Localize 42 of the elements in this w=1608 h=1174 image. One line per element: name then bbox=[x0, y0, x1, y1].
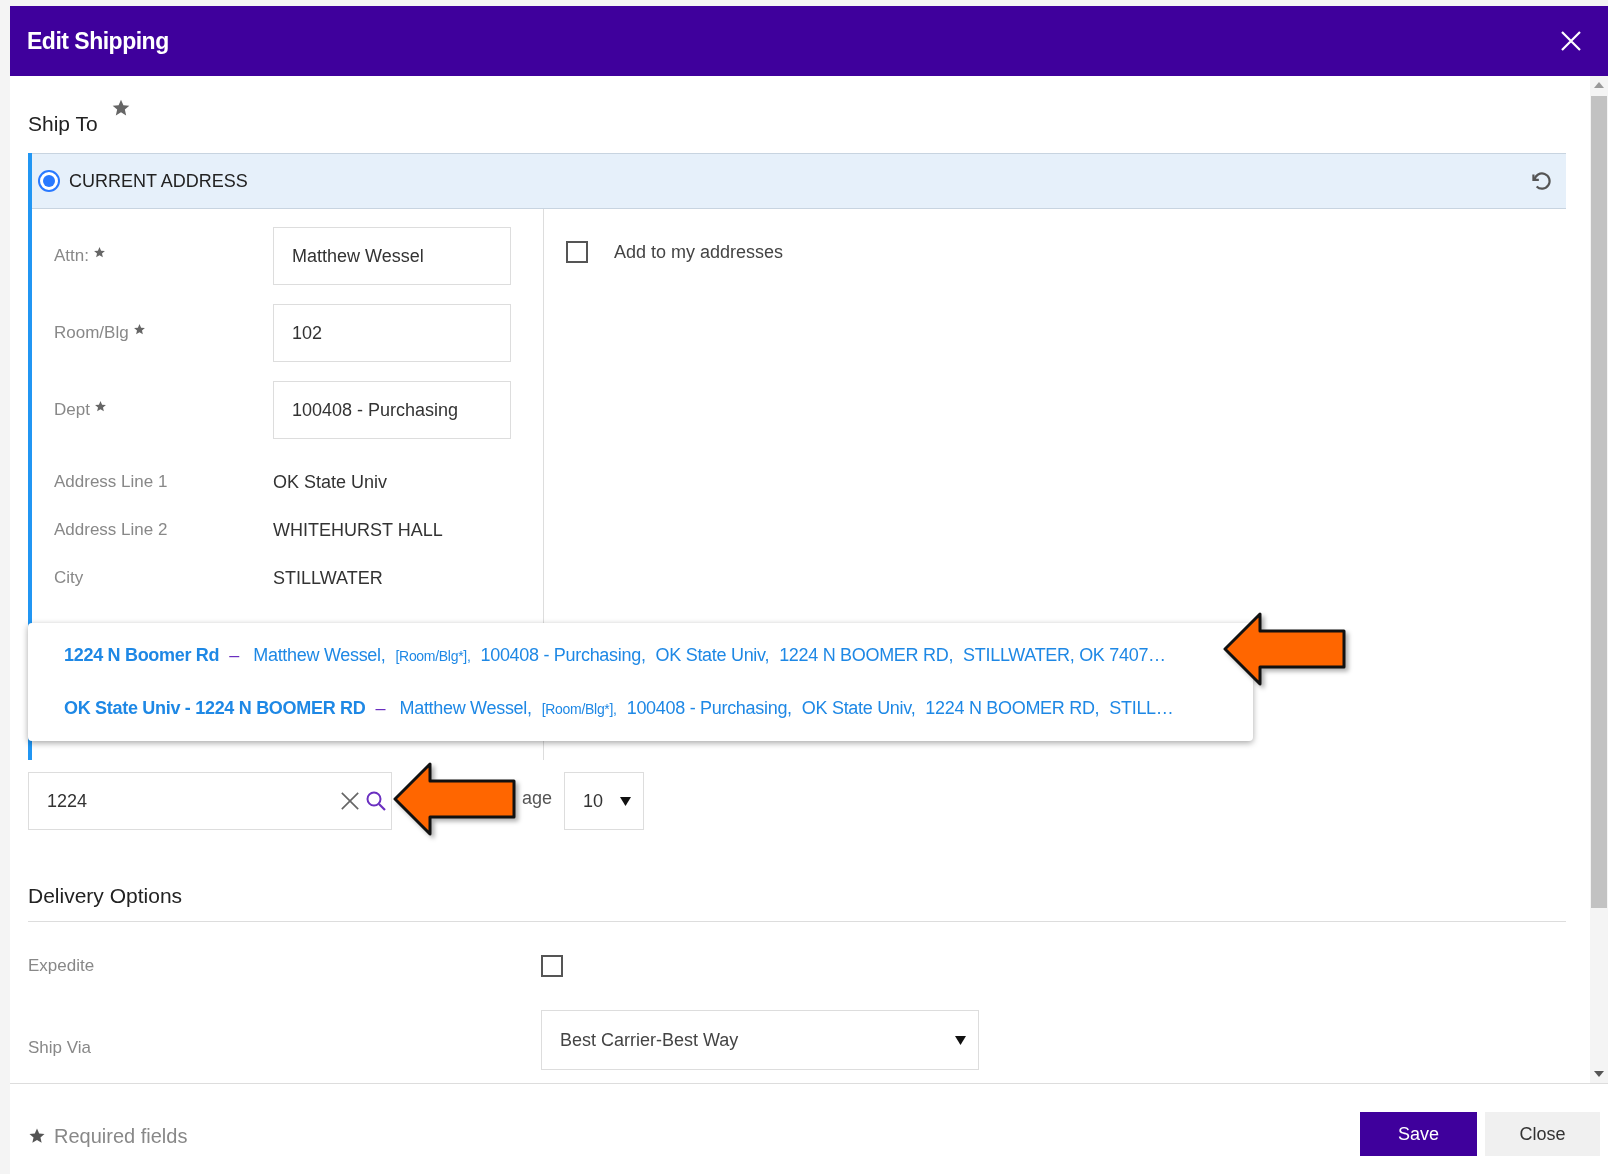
field-value: OK State Univ bbox=[273, 471, 388, 493]
scroll-up-icon[interactable] bbox=[1594, 82, 1604, 88]
checkbox[interactable] bbox=[566, 241, 588, 263]
field-label: Expedite bbox=[28, 956, 96, 976]
input-field[interactable]: Matthew Wessel bbox=[273, 227, 511, 285]
checkbox[interactable] bbox=[541, 955, 563, 977]
clear-icon[interactable] bbox=[340, 791, 360, 811]
field-label: Room/Blg bbox=[54, 323, 129, 343]
scrollbar[interactable] bbox=[1590, 76, 1608, 1083]
save-button[interactable]: Save bbox=[1360, 1112, 1477, 1156]
arrow-annotation-icon bbox=[1222, 611, 1348, 687]
field-label: City bbox=[54, 568, 84, 588]
search-field[interactable]: 1224 bbox=[28, 772, 392, 830]
ship-via-select[interactable]: Best Carrier-Best Way bbox=[541, 1010, 979, 1070]
page-size-select[interactable]: 10 bbox=[564, 772, 645, 830]
radio-button[interactable] bbox=[38, 170, 60, 192]
address-label: CURRENT ADDRESS bbox=[69, 170, 249, 192]
input-field[interactable]: 100408 - Purchasing bbox=[273, 381, 511, 439]
field-label: Ship Via bbox=[28, 1038, 92, 1058]
arrow-annotation-icon bbox=[392, 761, 518, 837]
field-label: Attn: bbox=[54, 246, 89, 266]
field-label: Dept bbox=[54, 400, 90, 420]
input-field[interactable]: 102 bbox=[273, 304, 511, 362]
search-icon[interactable] bbox=[365, 790, 387, 812]
section-title: Delivery Options bbox=[28, 884, 183, 908]
close-icon[interactable] bbox=[1560, 30, 1582, 52]
required-note: Required fields bbox=[54, 1124, 188, 1148]
required-star-icon bbox=[28, 1127, 46, 1145]
caret-icon bbox=[620, 796, 632, 806]
section-title: Ship To bbox=[28, 112, 98, 136]
suggestion-item[interactable]: OK State Univ - 1224 N BOOMER RD – Matthew Wessel, [Room/Blg*], 100408 - Purchasing, OK State Univ, 1224 N BOOMER RD, STILL… bbox=[28, 682, 1192, 735]
field-label: Address Line 1 bbox=[54, 472, 168, 492]
caret-icon bbox=[955, 1035, 966, 1045]
suggestion-item[interactable]: 1224 N Boomer Rd – Matthew Wessel, [Room/Blg*], 100408 - Purchasing, OK State Univ, 1224 N BOOMER RD, STILLWATER, OK 7407… bbox=[28, 629, 1184, 682]
field-value: STILLWATER bbox=[273, 567, 383, 589]
window-title: Edit Shipping bbox=[27, 27, 169, 55]
checkbox-label: Add to my addresses bbox=[614, 241, 784, 263]
field-label: Address Line 2 bbox=[54, 520, 168, 540]
page-size-label: age bbox=[522, 787, 553, 809]
close-button[interactable]: Close bbox=[1485, 1112, 1600, 1156]
field-value: WHITEHURST HALL bbox=[273, 519, 443, 541]
scroll-down-icon[interactable] bbox=[1594, 1071, 1604, 1077]
